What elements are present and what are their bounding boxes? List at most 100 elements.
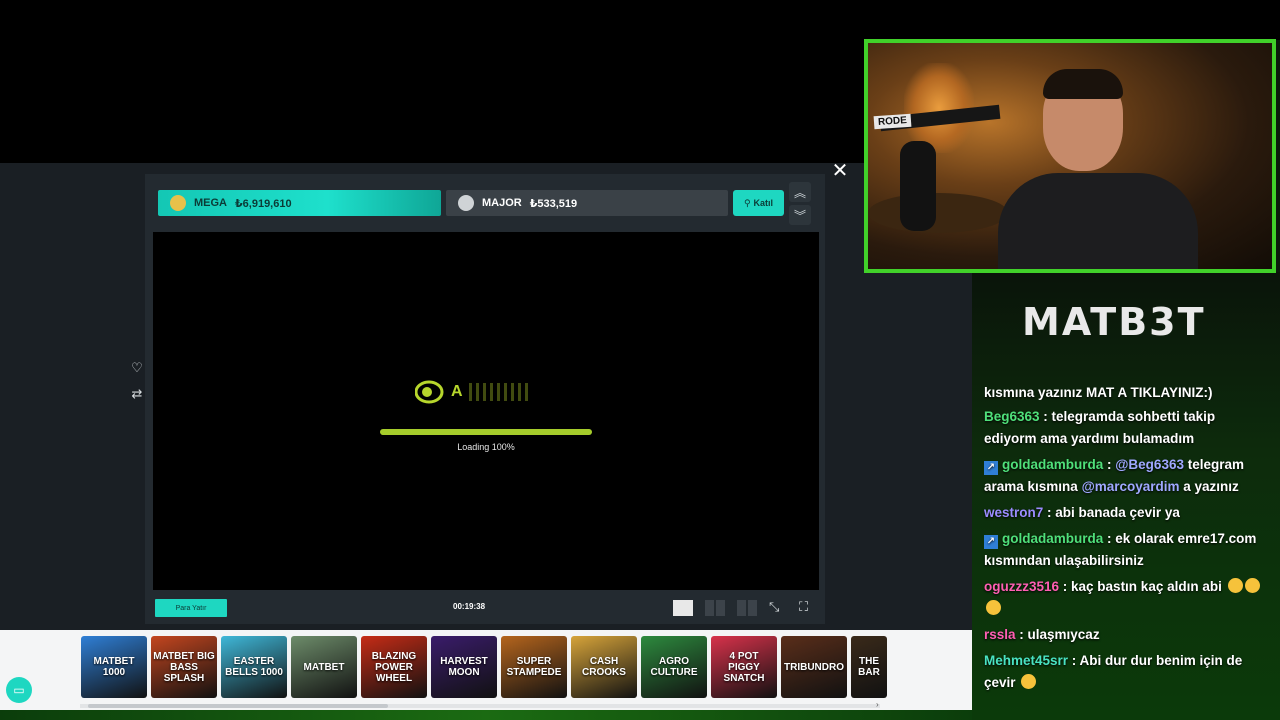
mic-body	[900, 141, 936, 231]
game-tile[interactable]: THE BAR	[851, 636, 887, 698]
game-tile-label: HARVEST MOON	[440, 656, 488, 678]
loading-progress-bar	[380, 429, 592, 435]
single-view-icon[interactable]	[673, 600, 693, 616]
game-tile-label: AGRO CULTURE	[650, 656, 698, 678]
game-tile-label: MATBET BIG BASS SPLASH	[153, 650, 215, 684]
game-tile[interactable]: HARVEST MOON	[431, 636, 497, 698]
streamer-body	[998, 173, 1198, 269]
game-tile[interactable]: CASH CROOKS	[571, 636, 637, 698]
chat-text: a yazınız	[1179, 479, 1239, 494]
chat-username[interactable]: Beg6363	[984, 409, 1040, 424]
emoji-icon	[1244, 578, 1260, 593]
live-chat-icon[interactable]: ▭	[6, 677, 32, 703]
game-tile-label: TRIBUNDRO	[784, 661, 844, 673]
game-tile[interactable]: SUPER STAMPEDE	[501, 636, 567, 698]
chat-message: ↗ goldadamburda : ek olarak emre17.com kı…	[984, 528, 1266, 572]
chat-message: oguzzz3516 : kaç bastın kaç aldın abi	[984, 576, 1266, 620]
game-tiles: MATBET 1000 MATBET BIG BASS SPLASH EASTER …	[81, 636, 887, 698]
split-view-icon[interactable]	[705, 600, 725, 616]
game-tile-label: 4 POT PIGGY SNATCH	[723, 650, 765, 684]
jackpot-mega: MEGA ₺6,919,610	[158, 190, 441, 216]
fullscreen-icon[interactable]: ⛶	[799, 599, 808, 615]
side-toolbar: ♡ ⇄	[128, 360, 148, 412]
game-tile[interactable]: MATBET	[291, 636, 357, 698]
close-icon[interactable]: ✕	[831, 161, 849, 181]
chat-username[interactable]: goldadamburda	[1002, 531, 1103, 546]
heart-icon[interactable]: ♡	[128, 360, 146, 378]
eye-logo-icon	[415, 380, 444, 404]
chat-message: rssla : ulaşmıycaz	[984, 624, 1266, 646]
chevron-down-icon[interactable]: ︾	[789, 205, 811, 225]
game-tile[interactable]: MATBET 1000	[81, 636, 147, 698]
loading-progress-fill	[380, 429, 592, 435]
chat-username[interactable]: goldadamburda	[1002, 457, 1103, 472]
game-logo-glitch	[468, 383, 529, 401]
mod-badge-icon: ↗	[984, 461, 998, 475]
game-tile[interactable]: AGRO CULTURE	[641, 636, 707, 698]
stream-chat: kısmına yazınız MAT A TIKLAYINIZ:) Beg63…	[984, 386, 1266, 698]
game-tile-label: MATBET 1000	[93, 656, 135, 678]
mic-brand-label: RODE	[873, 113, 912, 130]
quad-view-icon[interactable]	[737, 600, 757, 616]
chat-text: : abi banada çevir ya	[1043, 505, 1180, 520]
join-button[interactable]: ⚲ Katıl	[733, 190, 784, 216]
chat-text: :	[1103, 457, 1116, 472]
join-button-label: Katıl	[753, 198, 774, 208]
chat-message: Mehmet45srr : Abi dur dur benim için de …	[984, 650, 1266, 694]
chat-message: westron7 : abi banada çevir ya	[984, 502, 1266, 524]
chat-username[interactable]: Mehmet45srr	[984, 653, 1068, 668]
game-tile-label: THE BAR	[858, 656, 880, 678]
bottom-green-band	[0, 710, 972, 720]
game-tile[interactable]: TRIBUNDRO	[781, 636, 847, 698]
stream-top	[972, 0, 1280, 40]
game-bottom-bar: Para Yatır 00:19:38 ⤡ ⛶	[153, 598, 819, 618]
search-icon: ⚲	[743, 197, 751, 208]
game-tile-label: EASTER BELLS 1000	[225, 656, 283, 678]
streamer-hair	[1043, 69, 1123, 99]
jackpot-major: MAJOR ₺533,519	[446, 190, 728, 216]
webcam-feed: RODE	[864, 39, 1276, 273]
game-tile-label: BLAZING POWER WHEEL	[371, 650, 417, 684]
game-screen[interactable]: A Loading 100%	[153, 232, 819, 590]
swap-icon[interactable]: ⇄	[128, 386, 146, 404]
mod-badge-icon: ↗	[984, 535, 998, 549]
game-tile-label: MATBET	[303, 661, 345, 673]
minimize-icon[interactable]: ⤡	[769, 599, 779, 615]
chat-message: Beg6363 : telegramda sohbetti takip ediy…	[984, 406, 1266, 450]
game-tile[interactable]: BLAZING POWER WHEEL	[361, 636, 427, 698]
game-strip: ▭ MATBET 1000 MATBET BIG BASS SPLASH EASTE…	[0, 630, 972, 710]
chat-text: : kaç bastın kaç aldın abi	[1059, 579, 1226, 594]
jackpot-major-name: MAJOR	[482, 197, 522, 209]
emoji-icon	[1227, 578, 1243, 593]
game-logo: A	[415, 380, 529, 404]
chat-username[interactable]: westron7	[984, 505, 1043, 520]
chat-cut-message: kısmına yazınız MAT A TIKLAYINIZ:)	[984, 386, 1213, 400]
chat-mention[interactable]: @marcoyardim	[1082, 479, 1180, 494]
chat-message: ↗ goldadamburda : @Beg6363 telegram arama…	[984, 454, 1266, 498]
strip-scrollbar[interactable]	[80, 704, 880, 708]
game-tile[interactable]: MATBET BIG BASS SPLASH	[151, 636, 217, 698]
game-tile[interactable]: 4 POT PIGGY SNATCH	[711, 636, 777, 698]
jackpot-mega-name: MEGA	[194, 197, 227, 209]
streamer	[998, 63, 1208, 269]
gold-coin-icon	[170, 195, 186, 211]
jackpot-mega-value: ₺6,919,610	[235, 197, 292, 210]
strip-scroll-thumb[interactable]	[88, 704, 388, 708]
brand-logo: MATB3T	[1022, 300, 1206, 344]
jackpot-major-value: ₺533,519	[529, 197, 578, 210]
chat-username[interactable]: rssla	[984, 627, 1016, 642]
top-black-area	[0, 0, 972, 163]
chat-username[interactable]: oguzzz3516	[984, 579, 1059, 594]
loading-text: Loading 100%	[457, 442, 515, 452]
game-tile-label: SUPER STAMPEDE	[506, 656, 562, 678]
chevron-up-icon[interactable]: ︽	[789, 182, 811, 202]
game-tile-label: CASH CROOKS	[582, 656, 626, 678]
silver-coin-icon	[458, 195, 474, 211]
deposit-button[interactable]: Para Yatır	[155, 599, 227, 617]
scroll-right-icon[interactable]: ›	[876, 700, 879, 709]
game-tile[interactable]: EASTER BELLS 1000	[221, 636, 287, 698]
emoji-icon	[986, 600, 1001, 615]
chat-text: : ulaşmıycaz	[1015, 627, 1100, 642]
chat-mention[interactable]: @Beg6363	[1115, 457, 1184, 472]
session-timer: 00:19:38	[453, 602, 486, 611]
